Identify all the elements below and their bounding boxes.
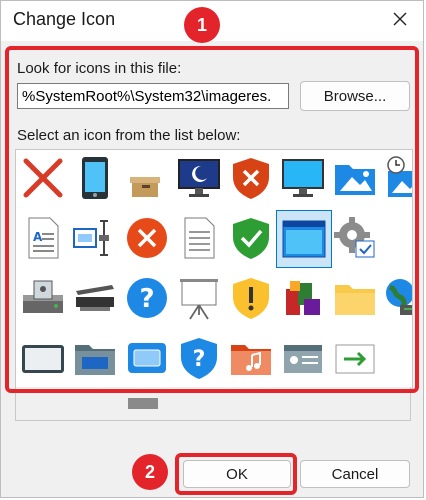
apps-icon[interactable] xyxy=(280,275,326,321)
shield-x-icon[interactable] xyxy=(228,155,274,201)
list-label: Select an icon from the list below: xyxy=(17,127,241,144)
clock-picture-icon[interactable] xyxy=(380,155,412,201)
tablet-icon[interactable] xyxy=(20,335,66,381)
shield-question-icon[interactable]: ? xyxy=(176,335,222,381)
close-button[interactable] xyxy=(377,1,423,37)
change-icon-dialog: Change Icon 1 Look for icons in this fil… xyxy=(0,0,424,498)
monitor-icon[interactable] xyxy=(280,155,326,201)
display-icon[interactable] xyxy=(124,335,170,381)
music-folder-icon[interactable] xyxy=(228,335,274,381)
file-label: Look for icons in this file: xyxy=(17,60,182,77)
svg-text:?: ? xyxy=(193,347,206,372)
drive-folder-icon[interactable] xyxy=(72,335,118,381)
close-icon xyxy=(393,12,407,26)
resize-icon[interactable] xyxy=(72,215,118,261)
box-icon[interactable] xyxy=(124,155,170,201)
browse-button[interactable]: Browse... xyxy=(300,81,410,111)
svg-text:?: ? xyxy=(139,284,154,314)
ok-button[interactable]: OK xyxy=(183,460,291,488)
x-mark-icon[interactable] xyxy=(20,155,66,201)
contact-card-icon[interactable] xyxy=(280,335,326,381)
annotation-badge-2: 2 xyxy=(132,454,168,490)
annotation-badge-1: 1 xyxy=(184,7,220,43)
horizontal-scrollbar[interactable] xyxy=(15,387,411,421)
error-x-icon[interactable] xyxy=(124,215,170,261)
text-document-icon[interactable]: A xyxy=(20,215,66,261)
shield-warning-icon[interactable] xyxy=(228,275,274,321)
projector-icon[interactable] xyxy=(176,275,222,321)
blank-document-icon[interactable] xyxy=(176,215,222,261)
cancel-button[interactable]: Cancel xyxy=(300,460,410,488)
shield-check-icon[interactable] xyxy=(228,215,274,261)
monitor-moon-icon[interactable] xyxy=(176,155,222,201)
scrollbar-thumb[interactable] xyxy=(128,398,158,409)
question-icon[interactable]: ? xyxy=(124,275,170,321)
svg-text:A: A xyxy=(33,230,43,244)
arrow-right-icon[interactable] xyxy=(332,335,378,381)
folder-icon[interactable] xyxy=(332,275,378,321)
network-globe-icon[interactable] xyxy=(380,275,412,321)
icon-list[interactable]: A ? ? xyxy=(15,149,413,389)
phone-icon[interactable] xyxy=(72,155,118,201)
window-selected-icon[interactable] xyxy=(276,210,332,268)
scanner-icon[interactable] xyxy=(72,275,118,321)
dialog-title: Change Icon xyxy=(13,9,116,29)
gear-check-icon[interactable] xyxy=(332,215,378,261)
picture-folder-icon[interactable] xyxy=(332,155,378,201)
drive-icon[interactable] xyxy=(20,275,66,321)
file-path-input[interactable] xyxy=(17,83,289,109)
